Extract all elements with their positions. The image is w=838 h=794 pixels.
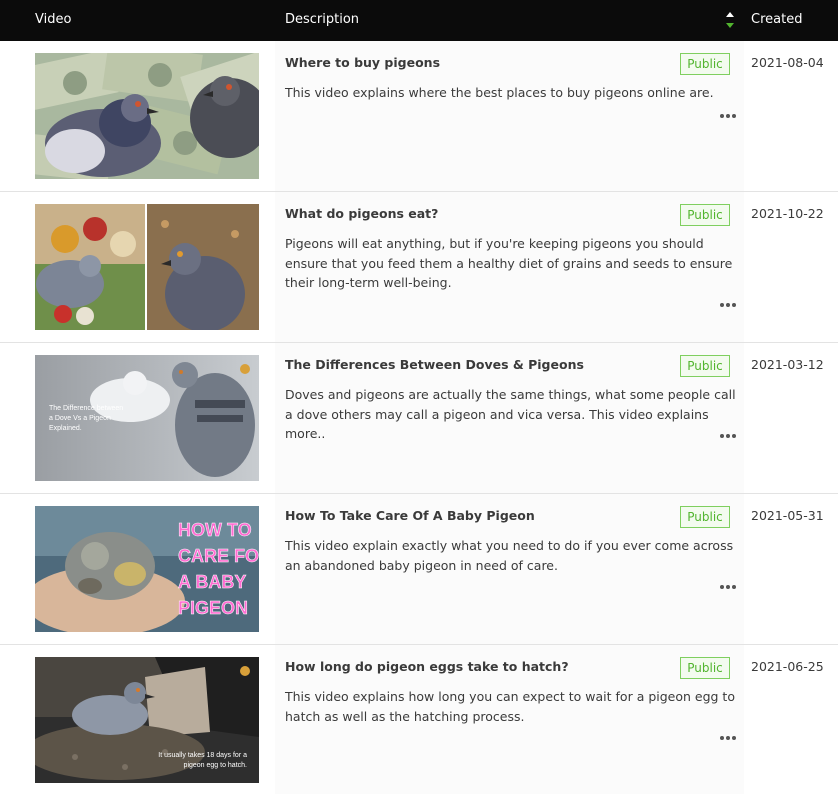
video-row: HOW TO CARE FOR A BABY PIGEON How To Tak…	[0, 494, 838, 645]
column-header-created[interactable]: Created	[751, 12, 802, 27]
created-date: 2021-03-12	[751, 357, 824, 372]
status-badge: Public	[680, 355, 730, 377]
sort-icon[interactable]	[725, 10, 735, 32]
created-date: 2021-05-31	[751, 508, 824, 523]
more-options-icon[interactable]	[717, 296, 739, 308]
video-description: Doves and pigeons are actually the same …	[285, 387, 736, 441]
svg-text:PIGEON: PIGEON	[178, 598, 248, 618]
video-title[interactable]: How To Take Care Of A Baby Pigeon	[285, 508, 535, 523]
video-row: It usually takes 18 days for a pigeon eg…	[0, 645, 838, 794]
video-title[interactable]: The Differences Between Doves & Pigeons	[285, 357, 584, 372]
column-header-video: Video	[35, 12, 72, 27]
svg-text:a Dove Vs a Pigeon: a Dove Vs a Pigeon	[49, 415, 111, 422]
video-thumbnail[interactable]	[35, 204, 259, 330]
more-options-icon[interactable]	[717, 427, 739, 439]
created-date: 2021-08-04	[751, 55, 824, 70]
video-description: Pigeons will eat anything, but if you're…	[285, 236, 733, 290]
video-thumbnail[interactable]	[35, 53, 259, 179]
created-date: 2021-10-22	[751, 206, 824, 221]
video-description: This video explains how long you can exp…	[285, 689, 735, 724]
video-title[interactable]: What do pigeons eat?	[285, 206, 438, 221]
video-thumbnail[interactable]: It usually takes 18 days for a pigeon eg…	[35, 657, 259, 783]
video-row: What do pigeons eat? Public Pigeons will…	[0, 192, 838, 343]
video-row: The Difference between a Dove Vs a Pigeo…	[0, 343, 838, 494]
svg-text:It usually takes 18 days for a: It usually takes 18 days for a	[158, 752, 247, 759]
status-badge: Public	[680, 204, 730, 226]
svg-text:Explained.: Explained.	[49, 425, 82, 432]
video-title[interactable]: How long do pigeon eggs take to hatch?	[285, 659, 569, 674]
table-header: Video Description Created	[0, 0, 838, 41]
status-badge: Public	[680, 53, 730, 75]
video-row: Where to buy pigeons Public This video e…	[0, 41, 838, 192]
svg-text:pigeon egg to hatch.: pigeon egg to hatch.	[184, 762, 247, 769]
svg-text:The Difference between: The Difference between	[49, 405, 123, 412]
video-description: This video explain exactly what you need…	[285, 538, 734, 573]
svg-text:A BABY: A BABY	[178, 572, 246, 592]
more-options-icon[interactable]	[717, 578, 739, 590]
svg-text:CARE FOR: CARE FOR	[178, 546, 259, 566]
video-thumbnail[interactable]: The Difference between a Dove Vs a Pigeo…	[35, 355, 259, 481]
video-description: This video explains where the best place…	[285, 85, 714, 100]
video-thumbnail[interactable]: HOW TO CARE FOR A BABY PIGEON	[35, 506, 259, 632]
svg-text:HOW TO: HOW TO	[178, 520, 252, 540]
more-options-icon[interactable]	[717, 107, 739, 119]
created-date: 2021-06-25	[751, 659, 824, 674]
more-options-icon[interactable]	[717, 729, 739, 741]
status-badge: Public	[680, 657, 730, 679]
video-title[interactable]: Where to buy pigeons	[285, 55, 440, 70]
status-badge: Public	[680, 506, 730, 528]
column-header-description: Description	[285, 12, 360, 27]
